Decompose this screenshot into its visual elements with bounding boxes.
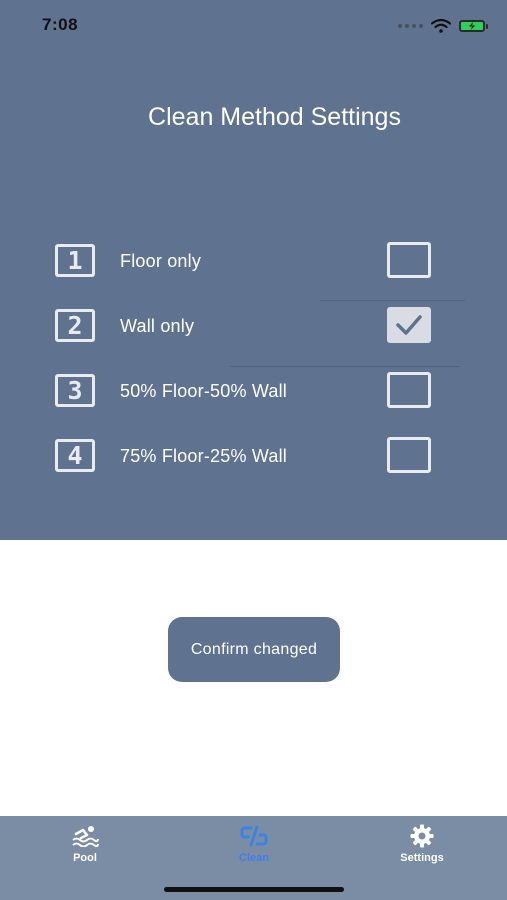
status-time: 7:08 [42,15,79,34]
tab-label: Pool [73,852,97,864]
tab-settings[interactable]: Settings [372,824,472,864]
option-row-wall-only[interactable]: 2 Wall only [0,293,507,358]
option-row-floor-only[interactable]: 1 Floor only [0,228,507,293]
clean-icon [240,825,268,847]
option-number-3: 3 [55,374,95,407]
option-label: 75% Floor-25% Wall [120,446,287,466]
settings-panel: 7:08 Clean Method Settings 1 Floor only … [0,0,507,540]
option-label: 50% Floor-50% Wall [120,381,287,401]
tab-pool[interactable]: Pool [35,824,135,864]
status-bar: 7:08 [0,0,507,50]
wifi-icon [431,19,451,33]
option-number-4: 4 [55,439,95,472]
tab-clean[interactable]: Clean [204,824,304,864]
option-label: Floor only [120,251,202,271]
page-title: Clean Method Settings [148,103,401,131]
wall-only-checkbox[interactable] [387,307,431,343]
confirm-button[interactable]: Confirm changed [168,617,340,682]
tab-label: Clean [239,852,269,864]
option-label: Wall only [120,316,195,336]
swimmer-icon [72,826,99,847]
floor-75-wall-25-checkbox[interactable] [387,437,431,473]
status-icons [398,16,488,36]
option-number-1: 1 [55,244,95,277]
floor-only-checkbox[interactable] [387,242,431,278]
option-row-50-50[interactable]: 3 50% Floor-50% Wall [0,358,507,423]
floor-50-wall-50-checkbox[interactable] [387,372,431,408]
signal-icon [398,24,423,28]
home-indicator [164,887,344,892]
gear-icon [410,824,434,848]
option-row-75-25[interactable]: 4 75% Floor-25% Wall [0,423,507,488]
battery-icon [459,20,488,32]
checkmark-icon [396,315,422,335]
tab-label: Settings [400,852,444,864]
option-number-2: 2 [55,309,95,342]
